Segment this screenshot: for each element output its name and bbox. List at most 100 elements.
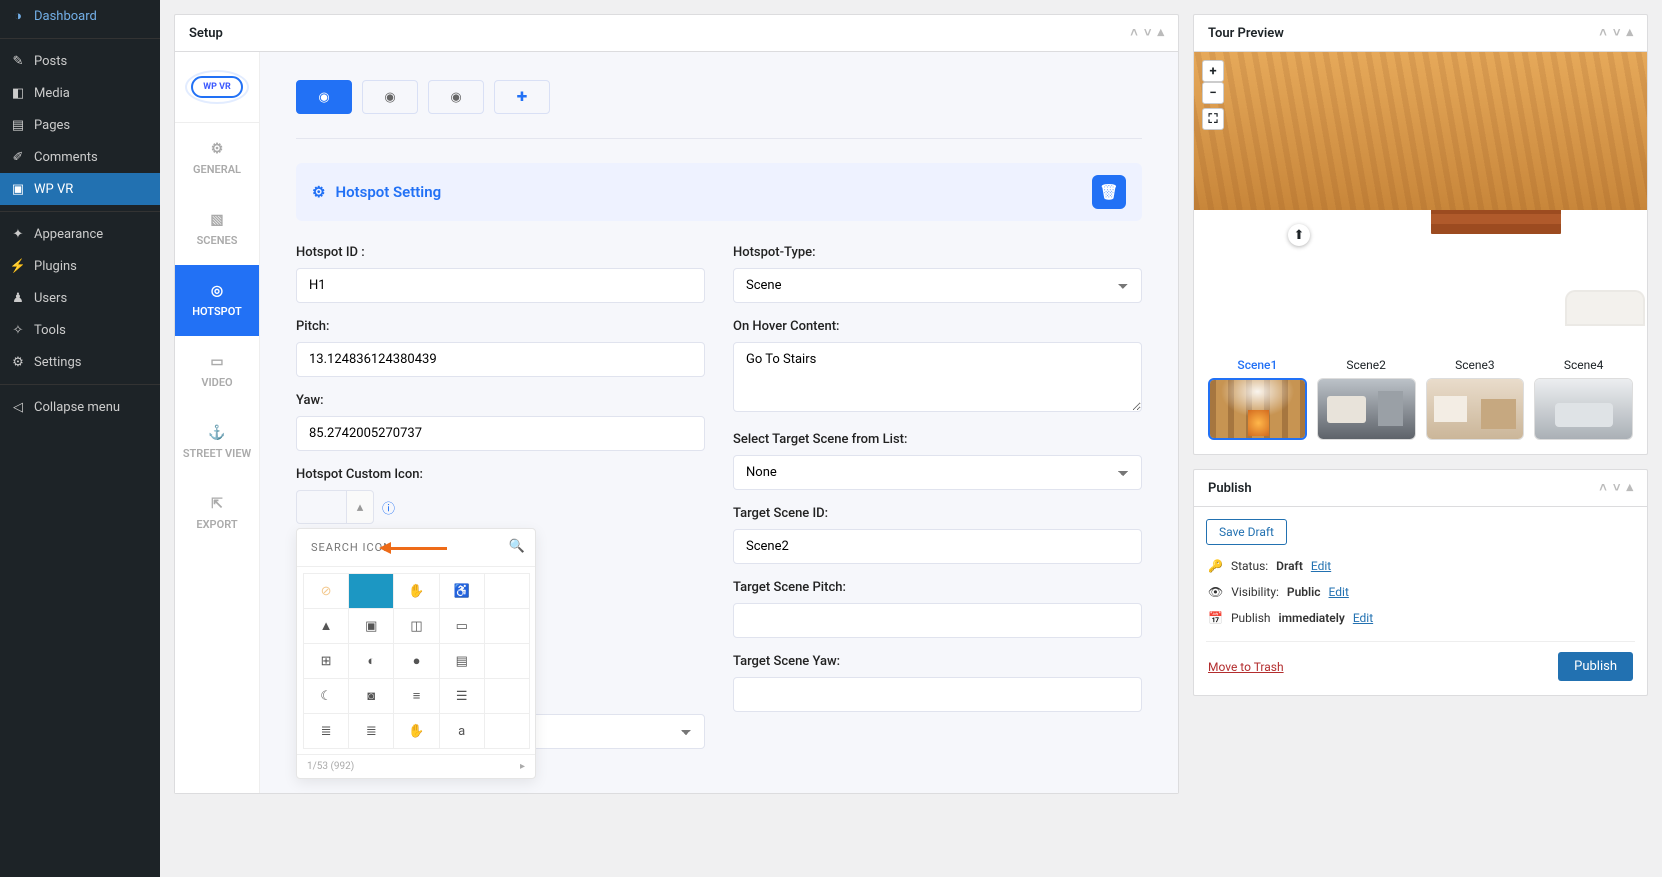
icon-opt-amazon[interactable]: a bbox=[439, 713, 485, 749]
hotspot-marker[interactable]: ⬆ bbox=[1288, 224, 1310, 246]
icon-opt-align-right[interactable]: ≣ bbox=[348, 713, 394, 749]
fullscreen-button[interactable]: ⛶ bbox=[1202, 108, 1224, 130]
gear-icon: ⚙ bbox=[181, 141, 253, 157]
pitch-input[interactable] bbox=[296, 342, 705, 377]
icon-opt-newspaper[interactable]: ⊞ bbox=[303, 643, 349, 679]
menu-users[interactable]: ♟Users bbox=[0, 282, 160, 314]
panel-down-icon[interactable]: ˅ bbox=[1613, 25, 1621, 41]
target-id-input[interactable] bbox=[733, 529, 1142, 564]
panel-down-icon[interactable]: ˅ bbox=[1613, 480, 1621, 496]
publish-panel: Publish ˄ ˅ ▴ Save Draft 🔑 Status: Draft… bbox=[1193, 469, 1648, 696]
panel-toggle-icon[interactable]: ▴ bbox=[1626, 25, 1633, 41]
info-icon[interactable]: ⓘ bbox=[382, 490, 395, 524]
icon-opt-empty2[interactable] bbox=[484, 608, 530, 644]
vtab-hotspot[interactable]: ◎HOTSPOT bbox=[175, 265, 259, 336]
icon-opt-circle[interactable]: ● bbox=[393, 643, 439, 679]
menu-pages[interactable]: ▤Pages bbox=[0, 109, 160, 141]
icon-opt-wheelchair[interactable]: ♿ bbox=[439, 573, 485, 609]
icon-opt-card[interactable]: ▭ bbox=[439, 608, 485, 644]
menu-collapse[interactable]: ◁Collapse menu bbox=[0, 391, 160, 423]
save-draft-button[interactable]: Save Draft bbox=[1206, 519, 1287, 545]
tour-preview-viewport[interactable]: ⬆ + − ⛶ bbox=[1194, 52, 1647, 344]
menu-settings[interactable]: ⚙Settings bbox=[0, 346, 160, 378]
thumb-scene2[interactable]: Scene2 bbox=[1317, 358, 1416, 440]
menu-posts[interactable]: ✎Posts bbox=[0, 45, 160, 77]
hotspot-tab-add[interactable]: ✚ bbox=[494, 80, 550, 114]
panel-down-icon[interactable]: ˅ bbox=[1144, 25, 1152, 41]
target-list-label: Select Target Scene from List: bbox=[733, 432, 1142, 447]
publish-title: Publish bbox=[1208, 481, 1599, 496]
panel-up-icon[interactable]: ˄ bbox=[1599, 25, 1607, 41]
vr-icon: ▣ bbox=[10, 181, 26, 197]
zoom-out-button[interactable]: − bbox=[1202, 82, 1224, 104]
vtab-export[interactable]: ⇱EXPORT bbox=[175, 478, 259, 549]
icon-opt-align-center[interactable]: ≡ bbox=[393, 678, 439, 714]
hotspot-id-label: Hotspot ID : bbox=[296, 245, 705, 260]
icon-opt-camera[interactable]: ◙ bbox=[348, 678, 394, 714]
collapse-icon: ◁ bbox=[10, 399, 26, 415]
icon-opt-empty4[interactable] bbox=[484, 678, 530, 714]
visibility-edit-link[interactable]: Edit bbox=[1329, 585, 1349, 599]
icon-picker-toggle[interactable]: ▴ bbox=[346, 490, 374, 524]
icon-opt-empty5[interactable] bbox=[484, 713, 530, 749]
hotspot-tab-3[interactable]: ◉ bbox=[428, 80, 484, 114]
menu-comments[interactable]: ✐Comments bbox=[0, 141, 160, 173]
icon-opt-book[interactable]: ▣ bbox=[348, 608, 394, 644]
icon-pager-next[interactable]: ▸ bbox=[520, 761, 525, 772]
icon-opt-align-left[interactable]: ≣ bbox=[303, 713, 349, 749]
icon-opt-empty3[interactable] bbox=[484, 643, 530, 679]
panel-up-icon[interactable]: ˄ bbox=[1130, 25, 1138, 41]
scene-thumbnails: Scene1 Scene2 Scene3 Scene4 bbox=[1194, 344, 1647, 454]
panel-toggle-icon[interactable]: ▴ bbox=[1157, 25, 1164, 41]
target-yaw-input[interactable] bbox=[733, 677, 1142, 712]
status-edit-link[interactable]: Edit bbox=[1311, 559, 1331, 573]
menu-appearance[interactable]: ✦Appearance bbox=[0, 218, 160, 250]
search-icon: 🔍 bbox=[509, 539, 525, 554]
hotspot-tab-1[interactable]: ◉ bbox=[296, 80, 352, 114]
icon-opt-blank[interactable] bbox=[348, 573, 394, 609]
hotspot-id-input[interactable] bbox=[296, 268, 705, 303]
delete-hotspot-button[interactable]: 🗑 bbox=[1092, 175, 1126, 209]
vtab-street[interactable]: ⚓STREET VIEW bbox=[175, 407, 259, 478]
target-pitch-input[interactable] bbox=[733, 603, 1142, 638]
menu-dashboard[interactable]: ◑Dashboard bbox=[0, 0, 160, 32]
yaw-input[interactable] bbox=[296, 416, 705, 451]
icon-opt-contact[interactable]: ◫ bbox=[393, 608, 439, 644]
thumb-scene1[interactable]: Scene1 bbox=[1208, 358, 1307, 440]
icon-opt-palm[interactable]: ✋ bbox=[393, 713, 439, 749]
icon-opt-hand[interactable]: ✋ bbox=[393, 573, 439, 609]
icon-opt-adjust[interactable]: ◐ bbox=[348, 643, 394, 679]
menu-media[interactable]: ◧Media bbox=[0, 77, 160, 109]
thumb-scene3[interactable]: Scene3 bbox=[1426, 358, 1525, 440]
hotspot-tab-2[interactable]: ◉ bbox=[362, 80, 418, 114]
icon-opt-empty1[interactable] bbox=[484, 573, 530, 609]
setup-panel: Setup ˄ ˅ ▴ WP VR ⚙GENERAL ▧SCENES ◎HOTS… bbox=[174, 14, 1179, 794]
vtab-video[interactable]: ▭VIDEO bbox=[175, 336, 259, 407]
menu-plugins[interactable]: ⚡Plugins bbox=[0, 250, 160, 282]
menu-tools[interactable]: ✧Tools bbox=[0, 314, 160, 346]
icon-opt-ad[interactable]: ▤ bbox=[439, 643, 485, 679]
publish-button[interactable]: Publish bbox=[1558, 652, 1633, 681]
panel-up-icon[interactable]: ˄ bbox=[1599, 480, 1607, 496]
panel-toggle-icon[interactable]: ▴ bbox=[1626, 480, 1633, 496]
target-list-select[interactable]: None bbox=[733, 455, 1142, 490]
vtab-scenes[interactable]: ▧SCENES bbox=[175, 194, 259, 265]
icon-opt-none[interactable]: ⊘ bbox=[303, 573, 349, 609]
move-to-trash-link[interactable]: Move to Trash bbox=[1208, 660, 1284, 674]
hover-label: On Hover Content: bbox=[733, 319, 1142, 334]
hover-input[interactable]: Go To Stairs bbox=[733, 342, 1142, 412]
menu-wpvr[interactable]: ▣WP VR bbox=[0, 173, 160, 205]
plug-icon: ⚡ bbox=[10, 258, 26, 274]
type-select[interactable]: Scene bbox=[733, 268, 1142, 303]
icon-opt-align-justify[interactable]: ☰ bbox=[439, 678, 485, 714]
icon-opt-mountain[interactable]: ▲ bbox=[303, 608, 349, 644]
icon-opt-moon[interactable]: ☾ bbox=[303, 678, 349, 714]
schedule-edit-link[interactable]: Edit bbox=[1353, 611, 1373, 625]
thumb-scene4[interactable]: Scene4 bbox=[1534, 358, 1633, 440]
media-icon: ◧ bbox=[10, 85, 26, 101]
wpvr-logo: WP VR bbox=[191, 76, 243, 98]
zoom-in-button[interactable]: + bbox=[1202, 60, 1224, 82]
icon-pager-label: 1/53 (992) bbox=[307, 761, 354, 772]
anchor-icon: ⚓ bbox=[181, 425, 253, 441]
vtab-general[interactable]: ⚙GENERAL bbox=[175, 123, 259, 194]
